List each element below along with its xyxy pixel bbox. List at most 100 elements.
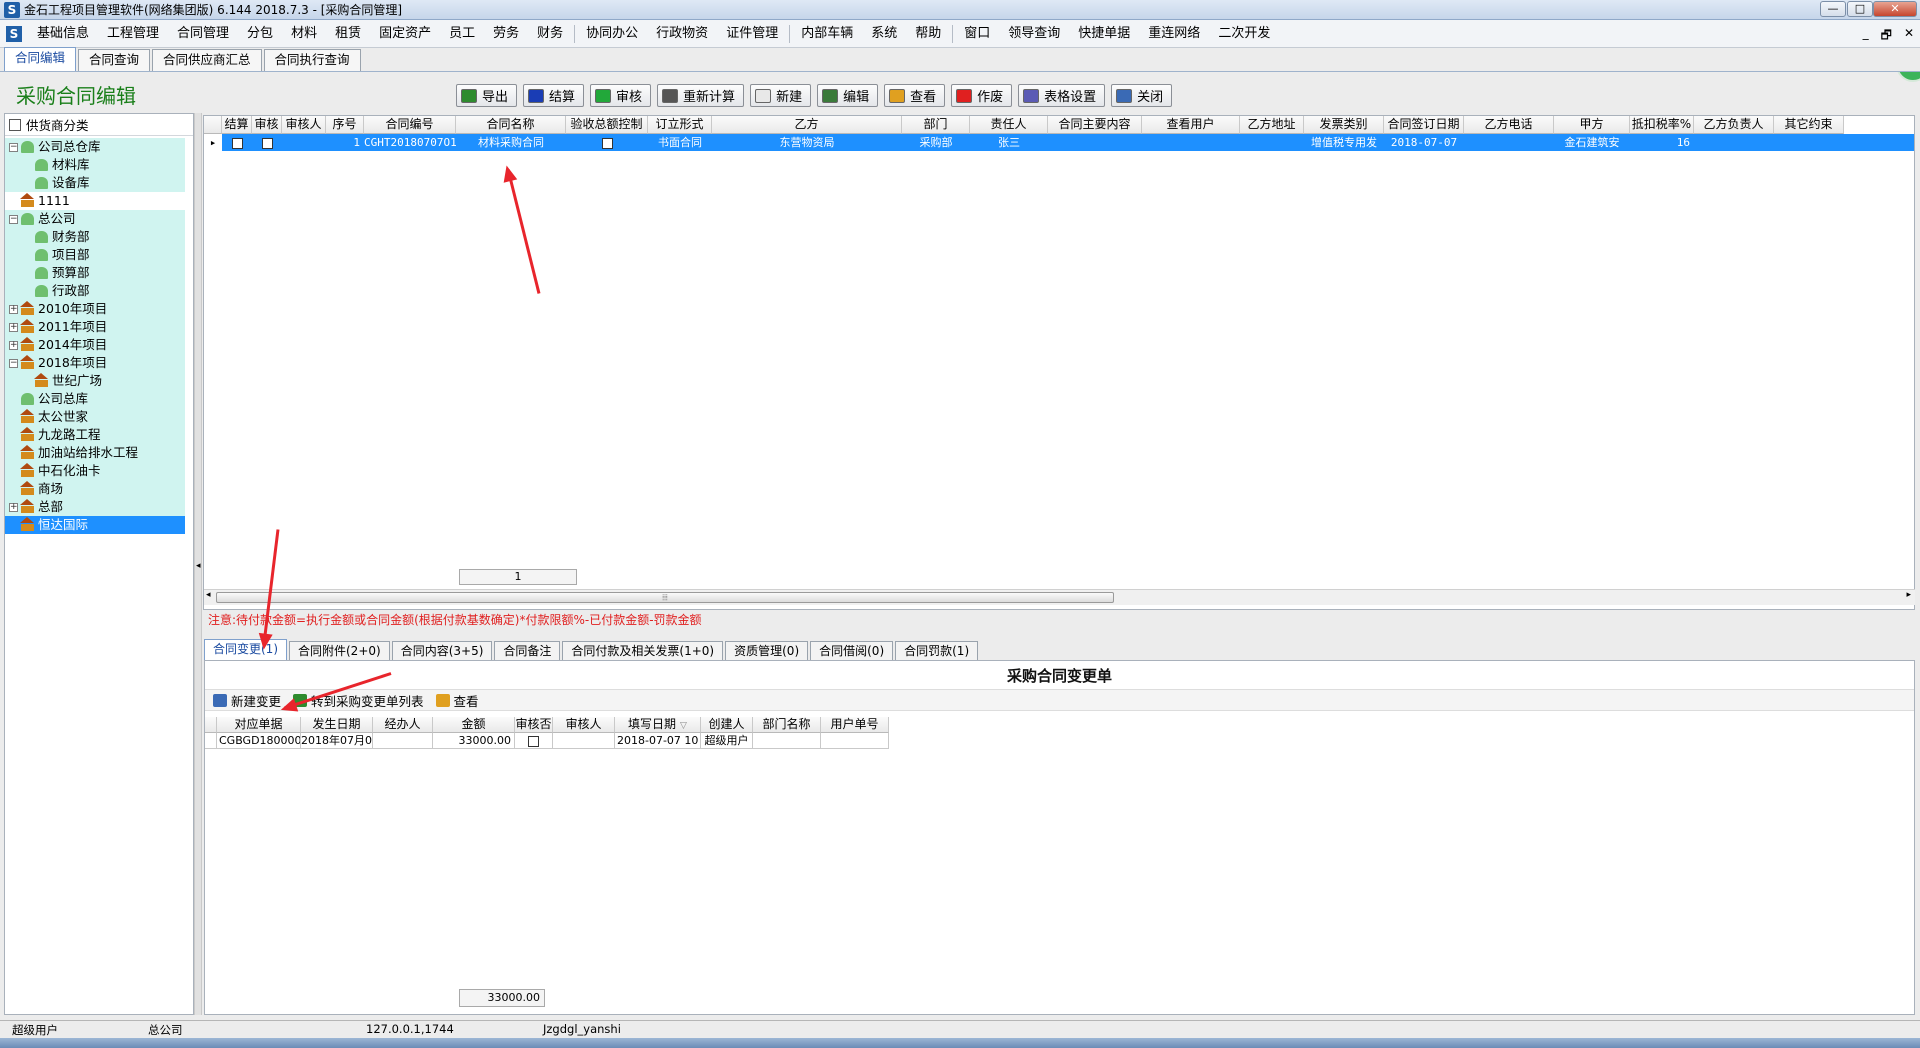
- menu-item[interactable]: 内部车辆: [792, 20, 862, 48]
- scrollbar-thumb[interactable]: ⦙⦙⦙: [216, 592, 1114, 603]
- maximize-button[interactable]: □: [1847, 1, 1873, 17]
- column-header[interactable]: 金额: [433, 717, 515, 733]
- table-cell[interactable]: [553, 733, 615, 749]
- toolbar-button[interactable]: 表格设置: [1018, 84, 1106, 107]
- table-cell[interactable]: 2018-07-07: [1384, 134, 1464, 151]
- detail-tab[interactable]: 合同附件(2+0): [289, 641, 390, 661]
- table-cell[interactable]: 1: [326, 134, 364, 151]
- toolbar-button[interactable]: 结算: [523, 84, 585, 107]
- toolbar-button[interactable]: 关闭: [1111, 84, 1173, 107]
- minimize-button[interactable]: —: [1820, 1, 1846, 17]
- mdi-restore-button[interactable]: 🗗: [1881, 26, 1892, 47]
- tree-expander-icon[interactable]: −: [9, 142, 18, 152]
- column-header[interactable]: 乙方: [712, 116, 902, 134]
- table-cell[interactable]: 金石建筑安: [1554, 134, 1630, 151]
- table-cell[interactable]: [252, 134, 282, 151]
- tree-node[interactable]: 太公世家: [5, 408, 185, 426]
- tree-node[interactable]: +2014年项目: [5, 336, 185, 354]
- row-checkbox[interactable]: [528, 735, 539, 747]
- menu-item[interactable]: 行政物资: [647, 20, 717, 48]
- table-cell[interactable]: [1774, 134, 1844, 151]
- table-cell[interactable]: [821, 733, 889, 749]
- tree-node[interactable]: 行政部: [5, 282, 185, 300]
- table-cell[interactable]: [1142, 134, 1240, 151]
- menu-item[interactable]: 基础信息: [28, 20, 98, 48]
- tree-node[interactable]: +2010年项目: [5, 300, 185, 318]
- tree-node[interactable]: − 总公司: [5, 210, 185, 228]
- table-cell[interactable]: 材料采购合同: [456, 134, 566, 151]
- table-cell[interactable]: [1464, 134, 1554, 151]
- tree-node[interactable]: 中石化油卡: [5, 462, 185, 480]
- column-header[interactable]: 结算: [222, 116, 252, 134]
- tree-node[interactable]: + 总部: [5, 498, 185, 516]
- table-cell[interactable]: 2018-07-07 10: [615, 733, 701, 749]
- toolbar-button[interactable]: 查看: [884, 84, 946, 107]
- column-header[interactable]: 乙方地址: [1240, 116, 1304, 134]
- tree-node[interactable]: +2011年项目: [5, 318, 185, 336]
- tree-expander-icon[interactable]: −: [9, 358, 18, 368]
- row-checkbox[interactable]: [261, 137, 273, 149]
- column-header[interactable]: 创建人: [701, 717, 753, 733]
- menu-item[interactable]: 工程管理: [98, 20, 168, 48]
- table-cell[interactable]: [282, 134, 326, 151]
- column-header[interactable]: 发生日期: [301, 717, 373, 733]
- table-cell[interactable]: 增值税专用发: [1304, 134, 1384, 151]
- horizontal-scrollbar[interactable]: ◂ ⦙⦙⦙ ▸: [204, 589, 1915, 605]
- column-header[interactable]: 填写日期 ▽: [615, 717, 701, 733]
- tab-contract-query[interactable]: 合同查询: [78, 49, 151, 71]
- column-header[interactable]: 合同名称: [456, 116, 566, 134]
- column-header[interactable]: 审核人: [553, 717, 615, 733]
- detail-tab[interactable]: 合同内容(3+5): [391, 641, 493, 661]
- tree-expander-icon[interactable]: −: [9, 214, 18, 224]
- tree-node[interactable]: 材料库: [5, 156, 185, 174]
- column-header[interactable]: 验收总额控制: [566, 116, 648, 134]
- tree-node[interactable]: 商场: [5, 480, 185, 498]
- tree-node[interactable]: 世纪广场: [5, 372, 185, 390]
- column-header[interactable]: 乙方负责人: [1694, 116, 1774, 134]
- tree-node[interactable]: 1111: [5, 192, 185, 210]
- column-header[interactable]: 对应单据: [217, 717, 301, 733]
- table-cell[interactable]: CGBGD180000011: [217, 733, 301, 749]
- table-cell[interactable]: 东营物资局: [712, 134, 902, 151]
- table-cell[interactable]: 16: [1630, 134, 1694, 151]
- column-header[interactable]: 责任人: [970, 116, 1048, 134]
- menu-item[interactable]: 证件管理: [717, 20, 787, 48]
- menu-item[interactable]: 劳务: [484, 20, 528, 48]
- menu-item[interactable]: 快捷单据: [1069, 20, 1139, 48]
- change-action-button[interactable]: 新建变更: [213, 691, 281, 710]
- toolbar-button[interactable]: 作废: [951, 84, 1013, 107]
- tab-contract-supplier-summary[interactable]: 合同供应商汇总: [152, 49, 262, 71]
- tree-expander-icon[interactable]: +: [9, 322, 18, 332]
- panel-splitter[interactable]: ◂: [194, 113, 202, 1015]
- menu-item[interactable]: 财务: [528, 20, 572, 48]
- tree-node[interactable]: 设备库: [5, 174, 185, 192]
- grid-pager[interactable]: 1: [459, 569, 577, 585]
- tree-expander-icon[interactable]: +: [9, 340, 18, 350]
- table-cell[interactable]: CGHT20180707O1: [364, 134, 456, 151]
- detail-tab[interactable]: 合同付款及相关发票(1+0): [562, 641, 724, 661]
- column-header[interactable]: 合同主要内容: [1048, 116, 1142, 134]
- column-header[interactable]: 其它约束: [1774, 116, 1844, 134]
- column-header[interactable]: 发票类别: [1304, 116, 1384, 134]
- menu-item[interactable]: 领导查询: [999, 20, 1069, 48]
- table-cell[interactable]: 超级用户: [701, 733, 753, 749]
- menu-item[interactable]: 材料: [282, 20, 326, 48]
- supplier-category-checkbox[interactable]: [9, 118, 21, 131]
- row-checkbox[interactable]: [601, 137, 613, 149]
- detail-tab[interactable]: 合同变更(1): [204, 639, 287, 661]
- column-header[interactable]: 查看用户: [1142, 116, 1240, 134]
- detail-tab[interactable]: 资质管理(0): [725, 641, 809, 661]
- mdi-minimize-button[interactable]: _: [1863, 26, 1869, 47]
- detail-tab[interactable]: 合同罚款(1): [895, 641, 979, 661]
- column-header[interactable]: 经办人: [373, 717, 433, 733]
- column-header[interactable]: 合同签订日期: [1384, 116, 1464, 134]
- tree-node[interactable]: 公司总库: [5, 390, 185, 408]
- tree-node[interactable]: 财务部: [5, 228, 185, 246]
- scroll-right-icon[interactable]: ▸: [1906, 590, 1911, 600]
- tree-expander-icon[interactable]: +: [9, 304, 18, 314]
- menu-item[interactable]: 系统: [862, 20, 906, 48]
- tab-contract-execution-query[interactable]: 合同执行查询: [263, 49, 361, 71]
- tree-node[interactable]: 项目部: [5, 246, 185, 264]
- table-cell[interactable]: 书面合同: [648, 134, 712, 151]
- scroll-left-icon[interactable]: ◂: [206, 590, 211, 600]
